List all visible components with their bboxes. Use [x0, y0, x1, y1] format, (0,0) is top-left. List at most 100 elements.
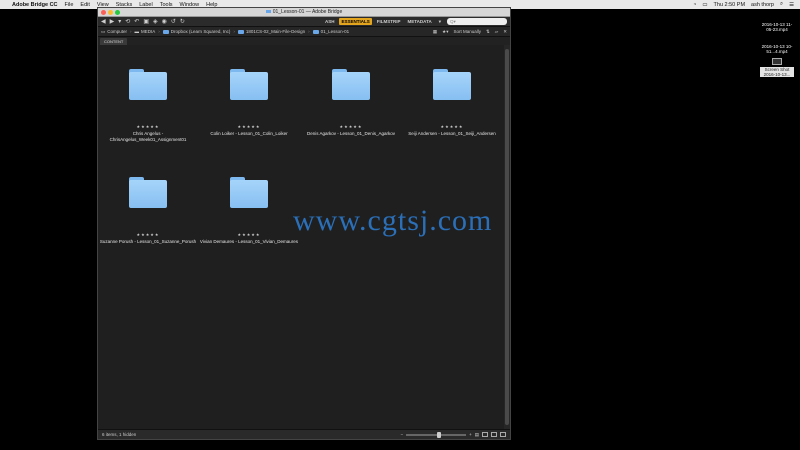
status-bar: 6 items, 1 hidden − + ▤ [98, 429, 510, 439]
workspace-metadata[interactable]: METADATA [405, 18, 433, 25]
grid-view-icon[interactable] [482, 432, 488, 437]
slider-knob[interactable] [436, 431, 441, 438]
desktop-file[interactable]: 2016-10-13 11-05-23.mp4 [760, 22, 794, 32]
open-in-camera-raw-icon[interactable]: ◉ [162, 18, 167, 25]
view-options-icon[interactable]: ▦ [433, 29, 437, 35]
menu-app-name[interactable]: Adobe Bridge CC [12, 2, 58, 8]
minimize-window-icon[interactable] [108, 9, 113, 15]
thumbnail-size-slider[interactable] [406, 431, 467, 438]
sort-dropdown[interactable]: Sort Manually [453, 29, 481, 34]
vertical-scrollbar[interactable] [504, 45, 510, 429]
path-bar: ▭ Computer › ▬ MEDIA › Dropbox (Learn Sq… [98, 27, 510, 37]
tab-content[interactable]: CONTENT [100, 38, 128, 45]
folder-item[interactable]: ★★★★★ Vivian Demaures - Lesson_01_Vivian… [199, 177, 299, 245]
rotate-right-icon[interactable]: ↻ [180, 18, 185, 25]
watermark-text: www.cgtsj.com [293, 204, 493, 237]
breadcrumb-separator-icon: › [308, 29, 310, 34]
folder-icon [237, 29, 244, 34]
folder-icon [230, 177, 268, 208]
workspace-switcher: ASH ESSENTIALS FILMSTRIP METADATA ▾ [323, 18, 443, 26]
lock-icon[interactable]: ▤ [475, 432, 479, 438]
breadcrumb-separator-icon: › [158, 29, 160, 34]
breadcrumb-dropbox[interactable]: Dropbox (Learn Squared, Inc) [162, 29, 230, 34]
rating-stars[interactable]: ★★★★★ [199, 232, 299, 237]
path-bar-controls: ▦ ★▾ Sort Manually ⇅ ▱ ✕ [433, 29, 507, 35]
search-icon[interactable]: ⌕ [780, 1, 783, 8]
rating-stars[interactable]: ★★★★★ [402, 124, 502, 129]
sort-order-icon[interactable]: ⇅ [486, 29, 490, 35]
workspace-ash[interactable]: ASH [323, 18, 337, 25]
desktop-file[interactable]: 2016-10-13 10-51...4.mp4 [760, 44, 794, 54]
delete-icon[interactable]: ✕ [503, 29, 507, 35]
chevron-down-icon[interactable]: ▾ [437, 18, 443, 26]
folder-name: Vivian Demaures - Lesson_01_Vivian_Demau… [199, 239, 299, 244]
folder-icon [433, 69, 471, 100]
new-folder-icon[interactable]: ▱ [495, 29, 498, 35]
computer-icon: ▭ [101, 28, 106, 34]
zoom-out-icon[interactable]: − [400, 432, 403, 437]
folder-item[interactable]: ★★★★★ Seiji Andersen - Lesson_01_Seiji_A… [402, 69, 502, 137]
refine-icon[interactable]: ◈ [153, 18, 158, 25]
breadcrumb-separator-icon: › [233, 29, 235, 34]
folder-name: Seiji Andersen - Lesson_01_Seiji_Anderse… [408, 131, 496, 136]
folder-item[interactable]: ★★★★★ Denis Agarkov - Lesson_01_Denis_Ag… [301, 69, 401, 137]
rating-stars[interactable]: ★★★★★ [98, 232, 198, 237]
toolbar: ◀ ▶ ▾ ⟲ ↶ ▣ ◈ ◉ ↺ ↻ ASH ESSENTIALS FILMS… [98, 17, 510, 27]
rating-stars[interactable]: ★★★★★ [199, 124, 299, 129]
folder-name: Suzanne Porush - Lesson_01_Suzanne_Porus… [99, 239, 197, 244]
list-icon[interactable]: ☰ [789, 2, 794, 8]
menu-status-area: ◔ ▭ Thu 2:50 PM ash thorp ⌕ ☰ [693, 1, 794, 8]
drive-icon: ▬ [134, 29, 140, 34]
menu-file[interactable]: File [65, 2, 74, 8]
folder-icon [230, 69, 268, 100]
breadcrumb-media[interactable]: ▬ MEDIA [135, 29, 156, 34]
breadcrumb-lesson-01[interactable]: 01_Lesson-01 [312, 29, 349, 34]
breadcrumb-separator-icon: › [130, 29, 132, 34]
folder-icon [129, 69, 167, 100]
forward-icon[interactable]: ▶ [110, 18, 115, 25]
zoom-in-icon[interactable]: + [469, 432, 472, 437]
folder-item[interactable]: ★★★★★ Suzanne Porush - Lesson_01_Suzanne… [98, 177, 198, 245]
rating-stars[interactable]: ★★★★★ [98, 124, 198, 129]
details-view-icon[interactable] [491, 432, 497, 437]
desktop-file-label: 2016-10-13 11-05-23.mp4 [761, 22, 793, 32]
screenshot-thumbnail-icon [772, 58, 782, 65]
list-view-icon[interactable] [500, 432, 506, 437]
window-title: 01_Lesson-01 — Adobe Bridge [98, 9, 510, 15]
breadcrumb-computer[interactable]: ▭ Computer [101, 29, 127, 35]
menu-clock[interactable]: Thu 2:50 PM [714, 2, 746, 8]
desktop-file[interactable]: Screen Shot 2016-10-13... [760, 58, 794, 77]
menu-user[interactable]: ash thorp [751, 2, 774, 8]
rotate-left-icon[interactable]: ↺ [171, 18, 176, 25]
scrollbar-thumb[interactable] [505, 49, 509, 425]
zoom-window-icon[interactable] [115, 9, 120, 15]
folder-name: Chris Angelus - ChrisAngelus_Week01_Assi… [109, 131, 187, 142]
search-input[interactable]: Q▾ [447, 18, 507, 25]
folder-icon [265, 10, 271, 13]
recent-folder-icon[interactable]: ⟲ [125, 18, 130, 25]
close-window-icon[interactable] [101, 9, 106, 15]
wifi-icon[interactable]: ◔ [693, 2, 696, 8]
folder-icon [129, 177, 167, 208]
chevron-down-icon[interactable]: ▾ [118, 18, 121, 25]
star-filter-icon[interactable]: ★▾ [442, 29, 448, 35]
get-photos-icon[interactable]: ▣ [143, 18, 149, 25]
rating-stars[interactable]: ★★★★★ [301, 124, 401, 129]
breadcrumb-main-file-design[interactable]: 1801CS-02_Main-File-Design [237, 29, 305, 34]
zoom-controls: − + ▤ [400, 431, 506, 438]
back-icon[interactable]: ◀ [101, 18, 106, 25]
boomerang-icon[interactable]: ↶ [134, 18, 139, 25]
status-text: 6 items, 1 hidden [102, 432, 137, 437]
workspace-essentials[interactable]: ESSENTIALS [339, 18, 372, 25]
folder-item[interactable]: ★★★★★ Colin Loiker - Lesson_01_Colin_Loi… [199, 69, 299, 137]
folder-name: Denis Agarkov - Lesson_01_Denis_Agarkov [306, 131, 396, 136]
workspace-filmstrip[interactable]: FILMSTRIP [375, 18, 403, 25]
menu-edit[interactable]: Edit [80, 2, 89, 8]
folder-item[interactable]: ★★★★★ Chris Angelus - ChrisAngelus_Week0… [98, 69, 198, 143]
desktop-file-label: Screen Shot 2016-10-13... [760, 67, 794, 77]
folder-icon [162, 29, 169, 34]
folder-name: Colin Loiker - Lesson_01_Colin_Loiker [210, 131, 288, 136]
desktop-file-label: 2016-10-13 10-51...4.mp4 [761, 44, 793, 54]
title-bar[interactable]: 01_Lesson-01 — Adobe Bridge [98, 8, 510, 17]
battery-icon[interactable]: ▭ [702, 2, 707, 8]
